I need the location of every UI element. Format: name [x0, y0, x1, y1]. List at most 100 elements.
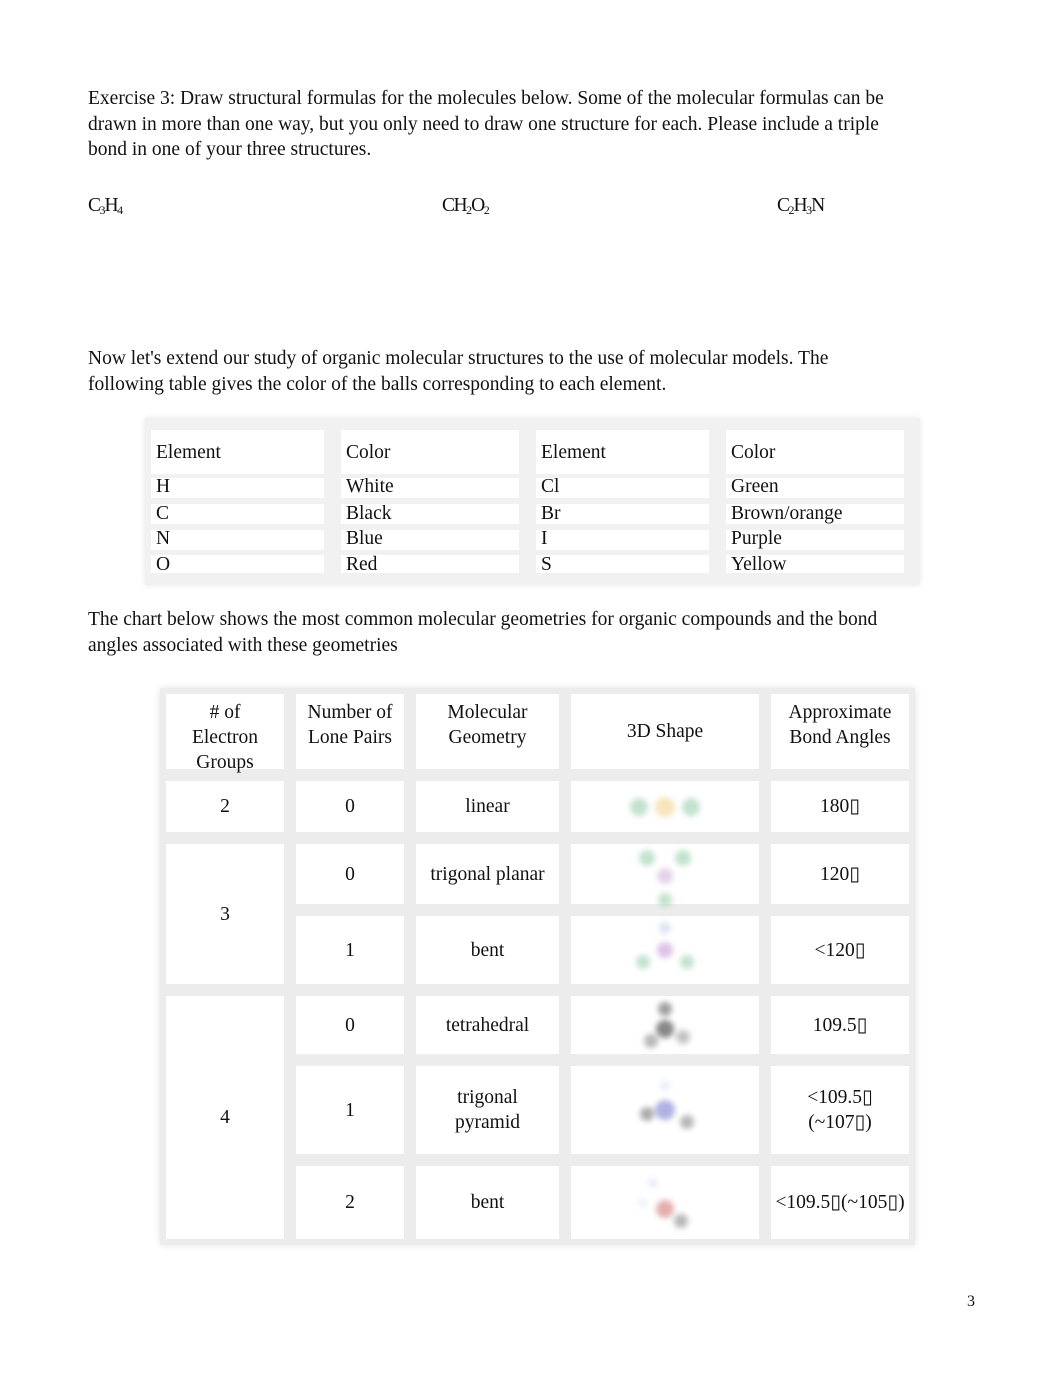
- ball-color: Purple: [731, 528, 782, 549]
- page-number: 3: [967, 1293, 975, 1310]
- cell-text: linear: [465, 796, 510, 817]
- cell-text: 4: [220, 1107, 230, 1128]
- column-header: Approximate Bond Angles: [771, 694, 909, 769]
- cell-text: 3D Shape: [626, 721, 704, 742]
- electron-groups-cell: 3: [166, 844, 284, 984]
- shape-cell: [571, 916, 759, 984]
- exercise-line: drawn in more than one way, but you only…: [88, 113, 879, 135]
- shape-cell: [571, 996, 759, 1054]
- bond-angle-cell: <109.5▯ (~107▯): [771, 1066, 909, 1154]
- atom-ball: [658, 893, 672, 907]
- geometry-cell: trigonal pyramid: [416, 1066, 559, 1154]
- element-symbol: S: [541, 554, 552, 575]
- atom-ball: [680, 955, 694, 969]
- atom-ball: [658, 1002, 672, 1016]
- bond-angle-cell: 180▯: [771, 781, 909, 832]
- cell-text: Geometry: [448, 727, 527, 748]
- cell-text: 109.5▯: [812, 1014, 868, 1036]
- table-cell-bg: [536, 530, 709, 550]
- element-symbol: O: [156, 554, 171, 575]
- atom-ball: [656, 1020, 674, 1038]
- bond-angle-cell: <120▯: [771, 916, 909, 984]
- atom-ball: [655, 1100, 675, 1120]
- atom-ball: [659, 922, 671, 934]
- cell-text: (~107▯): [808, 1112, 872, 1133]
- cell-text: <109.5▯: [807, 1087, 873, 1108]
- element-symbol: H: [156, 476, 171, 497]
- shape-cell: [571, 781, 759, 832]
- column-header: # of Electron Groups: [166, 694, 284, 773]
- exercise-instructions: Exercise 3: Draw structural formulas for…: [88, 86, 978, 163]
- cell-text: trigonal planar: [430, 863, 545, 885]
- models-intro: Now let's extend our study of organic mo…: [88, 346, 978, 397]
- ball-color: Brown/orange: [731, 503, 843, 524]
- ball-color: Black: [346, 503, 392, 524]
- geometry-cell: bent: [416, 916, 559, 984]
- cell-text: trigonal: [457, 1087, 518, 1108]
- geometry-cell: tetrahedral: [416, 996, 559, 1054]
- column-header: 3D Shape: [571, 694, 759, 769]
- atom-ball: [655, 796, 675, 817]
- cell-text: Lone Pairs: [308, 727, 392, 748]
- cell-text: 1: [345, 939, 355, 961]
- element-symbol: N: [156, 528, 171, 549]
- cell-text: Molecular: [447, 702, 528, 723]
- cell-text: Bond Angles: [789, 727, 891, 748]
- cell-text: 0: [345, 863, 355, 885]
- lone-pairs-cell: 2: [296, 1166, 404, 1239]
- element-symbol: Cl: [541, 476, 560, 497]
- table-cell-bg: [151, 530, 324, 550]
- formula-ch2o2: CH2O2: [442, 195, 490, 217]
- cell-text: Number of: [307, 702, 393, 723]
- geometry-cell: bent: [416, 1166, 559, 1239]
- atom-ball: [680, 1115, 694, 1129]
- cell-text: 180▯: [820, 796, 860, 817]
- column-header: Element: [541, 442, 606, 463]
- element-color-table: Element Color Element Color H White Cl Green C Bl…: [145, 418, 920, 585]
- ball-color: Blue: [346, 528, 383, 549]
- lone-pairs-cell: 1: [296, 916, 404, 984]
- shape-cell: [571, 1066, 759, 1154]
- atom-ball: [630, 797, 648, 816]
- formula-c3h4: C3H4: [88, 195, 123, 217]
- ball-color: Red: [346, 554, 378, 575]
- cell-text: Electron: [191, 727, 259, 748]
- atom-ball: [660, 1081, 670, 1091]
- cell-text: bent: [470, 1192, 505, 1213]
- atom-ball: [676, 1030, 690, 1044]
- exercise-line: Exercise 3: Draw structural formulas for…: [88, 88, 884, 109]
- lone-pairs-cell: 0: [296, 781, 404, 832]
- cell-text: # of: [209, 702, 241, 723]
- table-cell-bg: [151, 478, 324, 498]
- cell-text: 2: [345, 1192, 355, 1213]
- cell-text: bent: [470, 939, 505, 961]
- geometry-cell: trigonal planar: [416, 844, 559, 904]
- cell-text: 3: [220, 903, 230, 925]
- bond-angle-cell: <109.5▯(~105▯): [771, 1166, 909, 1239]
- geometry-intro: The chart below shows the most common mo…: [88, 607, 978, 658]
- cell-text: <109.5▯(~105▯): [775, 1192, 905, 1213]
- ball-color: White: [346, 476, 394, 497]
- electron-groups-cell: 2: [166, 781, 284, 832]
- cell-text: 2: [220, 796, 230, 817]
- element-symbol: C: [156, 503, 170, 524]
- cell-text: Groups: [196, 752, 254, 773]
- atom-ball: [682, 797, 700, 816]
- cell-text: 1: [345, 1099, 355, 1121]
- cell-text: pyramid: [455, 1112, 520, 1133]
- formula-c2h3n: C2H3N: [777, 195, 825, 217]
- bond-angle-cell: 120▯: [771, 844, 909, 904]
- geometry-cell: linear: [416, 781, 559, 832]
- column-header: Molecular Geometry: [416, 694, 559, 769]
- cell-text: tetrahedral: [445, 1014, 530, 1036]
- models-intro-line: Now let's extend our study of organic mo…: [88, 348, 829, 369]
- table-cell-bg: [536, 504, 709, 524]
- geometry-intro-line: The chart below shows the most common mo…: [88, 609, 878, 630]
- element-symbol: Br: [541, 503, 561, 524]
- column-header: Color: [346, 442, 391, 463]
- atom-ball: [636, 955, 650, 969]
- atom-ball: [675, 850, 691, 866]
- lone-pairs-cell: 0: [296, 996, 404, 1054]
- atom-ball: [657, 942, 673, 958]
- electron-groups-cell: 4: [166, 996, 284, 1239]
